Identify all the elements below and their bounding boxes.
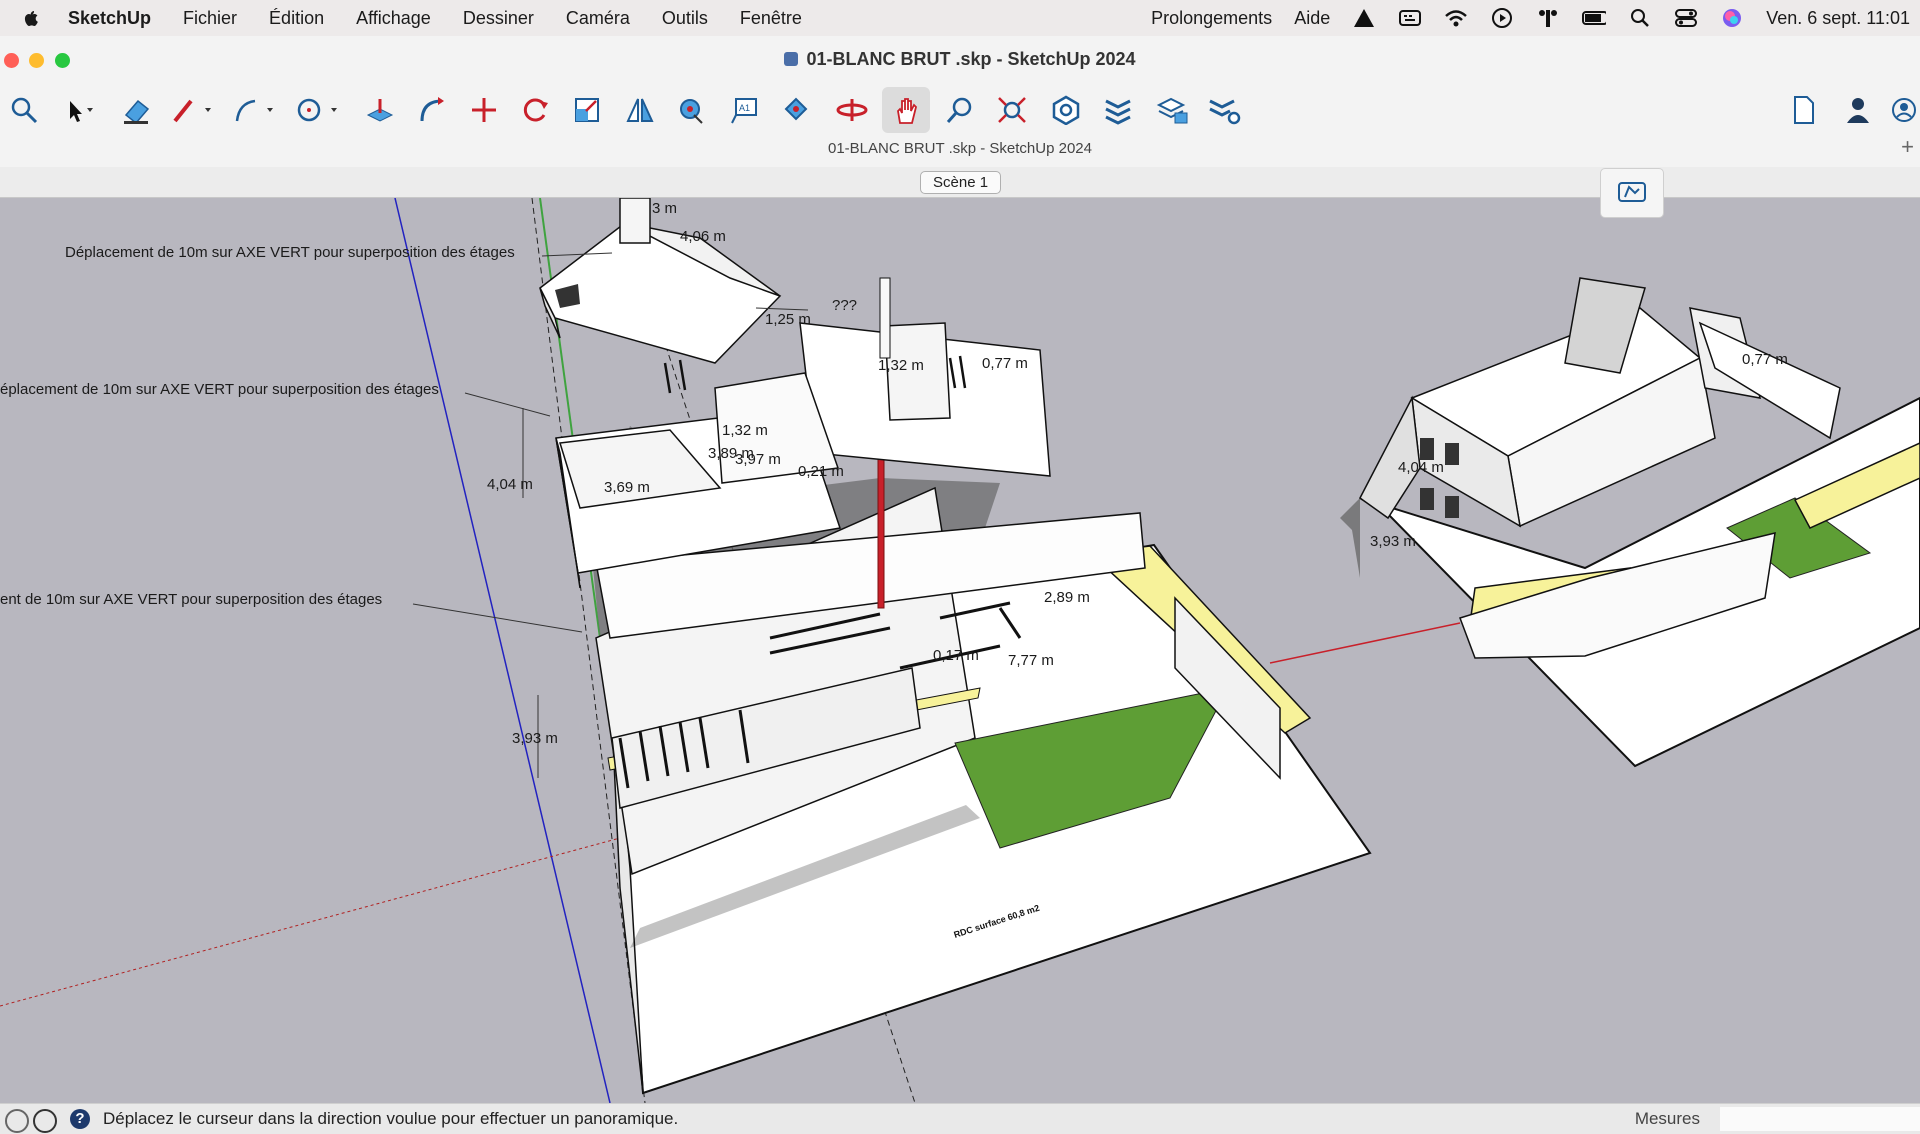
- zoom-magnifier-icon[interactable]: [936, 87, 984, 133]
- select-arrow-icon[interactable]: [50, 87, 98, 133]
- orbit-icon[interactable]: [828, 87, 876, 133]
- circle-tool-icon[interactable]: [292, 87, 340, 133]
- menu-camera[interactable]: Caméra: [550, 8, 646, 29]
- info-credits-icon[interactable]: [33, 1109, 57, 1133]
- flip-icon[interactable]: [616, 87, 664, 133]
- house-3d-model: [1359, 277, 1920, 768]
- dimension-label: 4,04 m: [487, 476, 533, 493]
- eraser-icon[interactable]: [112, 87, 160, 133]
- status-bar: ? Déplacez le curseur dans la direction …: [0, 1103, 1920, 1134]
- geo-location-icon[interactable]: [5, 1109, 29, 1133]
- dimension-label: 3,69 m: [604, 479, 650, 496]
- remote-icon[interactable]: [1536, 6, 1560, 30]
- pencil-line-icon[interactable]: [166, 87, 214, 133]
- style-builder-icon: [1618, 182, 1646, 202]
- menu-outils[interactable]: Outils: [646, 8, 724, 29]
- dimension-label: 3,93 m: [1370, 533, 1416, 550]
- apple-menu-icon[interactable]: [0, 8, 60, 28]
- arc-tool-icon[interactable]: [228, 87, 276, 133]
- new-document-icon[interactable]: [1780, 87, 1828, 133]
- layers-icon[interactable]: [1148, 87, 1196, 133]
- search-icon[interactable]: [0, 87, 48, 133]
- keyboard-icon[interactable]: [1398, 6, 1422, 30]
- wifi-icon[interactable]: [1444, 6, 1468, 30]
- measures-input[interactable]: [1720, 1107, 1920, 1131]
- main-toolbar: A1: [0, 83, 1920, 137]
- menu-aide[interactable]: Aide: [1294, 8, 1330, 29]
- roof-model: [539, 198, 782, 364]
- annotation-text: éplacement de 10m sur AXE VERT pour supe…: [0, 381, 439, 398]
- menu-affichage[interactable]: Affichage: [340, 8, 447, 29]
- dimension-label: 3,89 m: [708, 445, 754, 462]
- play-circle-icon[interactable]: [1490, 6, 1514, 30]
- pan-hand-icon[interactable]: [882, 87, 930, 133]
- siri-icon[interactable]: [1720, 6, 1744, 30]
- scene-tab[interactable]: Scène 1: [920, 171, 1002, 194]
- dimension-label: 1,32 m: [878, 357, 924, 374]
- menubar-clock[interactable]: Ven. 6 sept. 11:01: [1766, 8, 1910, 29]
- push-pull-icon[interactable]: [356, 87, 404, 133]
- svg-text:A1: A1: [739, 103, 750, 113]
- blue-axis-line: [394, 198, 611, 1103]
- tape-measure-icon[interactable]: [668, 87, 716, 133]
- menu-fenetre[interactable]: Fenêtre: [724, 8, 818, 29]
- document-title: 01-BLANC BRUT .skp - SketchUp 2024: [827, 140, 1092, 157]
- dimension-label: 0,77 m: [1742, 351, 1788, 368]
- status-message: Déplacez le curseur dans la direction vo…: [103, 1109, 679, 1128]
- zoom-extents-icon[interactable]: [988, 87, 1036, 133]
- scale-icon[interactable]: [564, 87, 612, 133]
- add-tab-button[interactable]: +: [1901, 134, 1914, 160]
- house-shadow: [1340, 498, 1360, 578]
- window-title: 01-BLANC BRUT .skp - SketchUp 2024: [0, 49, 1920, 70]
- dimension-label: 0,77 m: [982, 355, 1028, 372]
- dimension-label: 2,89 m: [1044, 589, 1090, 606]
- profile-icon[interactable]: [1880, 87, 1920, 133]
- help-icon[interactable]: ?: [70, 1109, 90, 1129]
- paint-bucket-icon[interactable]: [772, 87, 820, 133]
- account-icon[interactable]: [1834, 87, 1882, 133]
- warning-triangle-icon[interactable]: [1352, 6, 1376, 30]
- sketchup-file-icon: [784, 52, 799, 66]
- dimension-label: 1,25 m: [765, 311, 811, 328]
- dimension-label: 3,93 m: [512, 730, 558, 747]
- control-center-icon[interactable]: [1674, 6, 1698, 30]
- spotlight-search-icon[interactable]: [1628, 6, 1652, 30]
- rotate-icon[interactable]: [512, 87, 560, 133]
- menu-app-name[interactable]: SketchUp: [60, 8, 167, 29]
- menu-bar: SketchUp Fichier Édition Affichage Dessi…: [0, 0, 1920, 36]
- menu-edition[interactable]: Édition: [253, 8, 340, 29]
- dimension-label: 3 m: [652, 200, 677, 217]
- dimension-label: 0,17 m: [933, 647, 979, 664]
- menu-prolongements[interactable]: Prolongements: [1151, 8, 1272, 29]
- red-axis-dotted: [0, 837, 621, 1007]
- battery-icon: [1582, 6, 1607, 30]
- dimension-label: 4,06 m: [680, 228, 726, 245]
- scenes-settings-icon[interactable]: [1200, 87, 1248, 133]
- annotation-text: Déplacement de 10m sur AXE VERT pour sup…: [65, 244, 515, 261]
- model-drawing: RDC surface 60,8 m2 Déplacement de 10m s…: [0, 198, 1920, 1103]
- move-icon[interactable]: [460, 87, 508, 133]
- measures-label: Mesures: [1634, 1109, 1700, 1128]
- text-label-icon[interactable]: A1: [720, 87, 768, 133]
- menu-fichier[interactable]: Fichier: [167, 8, 253, 29]
- menu-dessiner[interactable]: Dessiner: [447, 8, 550, 29]
- annotation-text: ent de 10m sur AXE VERT pour superpositi…: [0, 591, 382, 608]
- red-axis-line: [1269, 622, 1461, 664]
- dimension-label: 1,32 m: [722, 422, 768, 439]
- dimension-label: ???: [832, 297, 857, 314]
- dimension-label: 7,77 m: [1008, 652, 1054, 669]
- dimension-label: 0,21 m: [798, 463, 844, 480]
- floating-panel-button[interactable]: [1600, 168, 1664, 218]
- model-viewport[interactable]: RDC surface 60,8 m2 Déplacement de 10m s…: [0, 198, 1920, 1103]
- follow-me-icon[interactable]: [408, 87, 456, 133]
- tags-icon[interactable]: [1094, 87, 1142, 133]
- dimension-label: 4,04 m: [1398, 459, 1444, 476]
- components-icon[interactable]: [1042, 87, 1090, 133]
